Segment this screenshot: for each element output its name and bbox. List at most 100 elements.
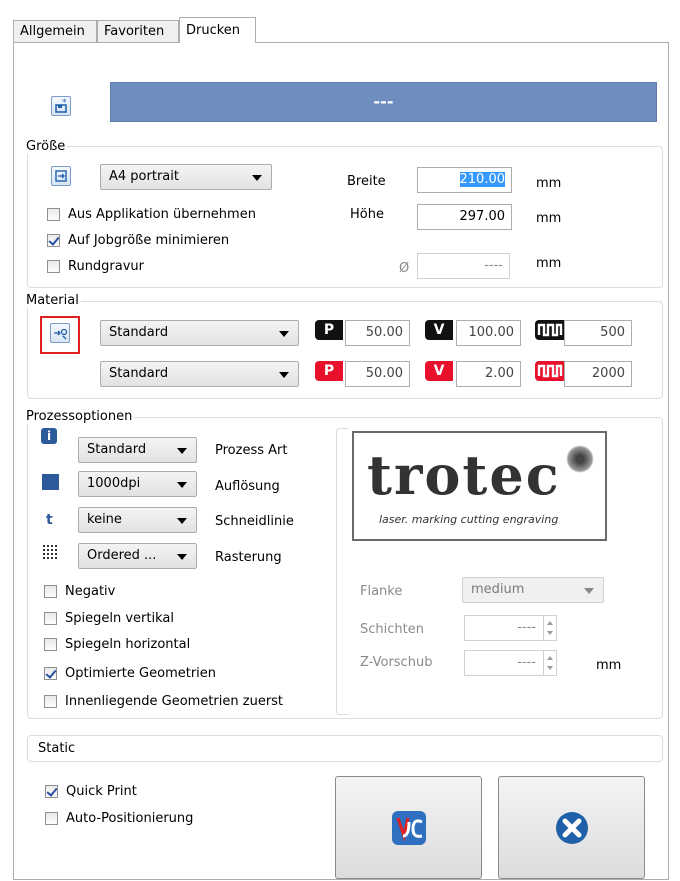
velocity-icon: V bbox=[425, 361, 453, 381]
rasterung-value: Ordered ... bbox=[87, 548, 157, 563]
frequency-value-2: 2000 bbox=[591, 366, 625, 381]
aus-applikation-label: Aus Applikation übernehmen bbox=[68, 207, 256, 222]
material-title: Material bbox=[24, 293, 81, 308]
job-control-button[interactable] bbox=[335, 776, 482, 879]
format-select[interactable]: A4 portrait bbox=[100, 164, 272, 190]
rasterung-select[interactable]: Ordered ... bbox=[78, 543, 197, 569]
zvorschub-unit: mm bbox=[596, 658, 622, 673]
spiegeln-vertikal-checkbox[interactable] bbox=[44, 612, 57, 625]
auf-jobgroesse-checkbox[interactable] bbox=[47, 234, 60, 247]
close-icon bbox=[556, 812, 588, 844]
negativ-checkbox[interactable] bbox=[44, 585, 57, 598]
aufloesung-label: Auflösung bbox=[215, 479, 280, 494]
spiegeln-horizontal-checkbox[interactable] bbox=[44, 638, 57, 651]
prozess-art-value: Standard bbox=[87, 442, 147, 457]
static-bar[interactable]: Static bbox=[27, 735, 663, 762]
velocity-input-2[interactable]: 2.00 bbox=[456, 361, 521, 387]
process-type-icon: i bbox=[41, 428, 57, 444]
diameter-unit: mm bbox=[536, 256, 562, 271]
schichten-spinner[interactable] bbox=[543, 615, 556, 641]
schichten-label: Schichten bbox=[360, 622, 424, 637]
velocity-value-2: 2.00 bbox=[485, 366, 514, 381]
static-label: Static bbox=[38, 741, 76, 756]
aus-applikation-checkbox[interactable] bbox=[47, 208, 60, 221]
flanke-label: Flanke bbox=[360, 584, 403, 599]
format-select-value: A4 portrait bbox=[109, 169, 179, 184]
quick-print-checkbox[interactable] bbox=[45, 785, 58, 798]
tab-drucken[interactable]: Drucken bbox=[179, 17, 256, 43]
diameter-input[interactable]: ---- bbox=[417, 253, 510, 279]
power-icon: P bbox=[315, 361, 343, 381]
aufloesung-value: 1000dpi bbox=[87, 476, 141, 491]
rundgravur-label: Rundgravur bbox=[68, 259, 145, 274]
material-select-1[interactable]: Standard bbox=[100, 320, 299, 346]
prozessoptionen-title: Prozessoptionen bbox=[24, 409, 135, 424]
trotec-logo: trotec laser. marking cutting engraving bbox=[352, 431, 607, 541]
breite-value: 210.00 bbox=[459, 172, 505, 187]
spinner-arrows-icon bbox=[547, 656, 553, 670]
power-value-1: 50.00 bbox=[365, 325, 403, 340]
tab-favoriten[interactable]: Favoriten bbox=[97, 20, 179, 42]
velocity-input-1[interactable]: 100.00 bbox=[456, 320, 521, 346]
rundgravur-checkbox[interactable] bbox=[47, 260, 60, 273]
frequency-input-2[interactable]: 2000 bbox=[564, 361, 632, 387]
hoehe-value: 297.00 bbox=[459, 209, 506, 224]
save-job-button[interactable]: * bbox=[51, 96, 71, 116]
diameter-icon: Ø bbox=[399, 261, 410, 276]
material-select-1-value: Standard bbox=[109, 325, 169, 340]
auto-positionierung-checkbox[interactable] bbox=[45, 812, 58, 825]
auf-jobgroesse-label: Auf Jobgröße minimieren bbox=[68, 233, 230, 248]
schneidlinie-value: keine bbox=[87, 512, 122, 527]
cancel-button[interactable] bbox=[498, 776, 645, 879]
schneidlinie-label: Schneidlinie bbox=[215, 514, 294, 529]
zvorschub-value: ---- bbox=[517, 655, 536, 670]
swap-orientation-button[interactable] bbox=[51, 166, 71, 186]
velocity-icon: V bbox=[425, 320, 453, 340]
frequency-input-1[interactable]: 500 bbox=[564, 320, 632, 346]
optimierte-geometrien-label: Optimierte Geometrien bbox=[65, 666, 217, 681]
material-select-2[interactable]: Standard bbox=[100, 361, 299, 387]
chevron-down-icon bbox=[279, 331, 289, 337]
logo-wordmark: trotec bbox=[367, 443, 561, 507]
laser-settings-icon bbox=[54, 328, 68, 340]
rasterung-label: Rasterung bbox=[215, 550, 282, 565]
prozess-art-label: Prozess Art bbox=[215, 443, 288, 458]
job-name-bar: --- bbox=[110, 82, 657, 122]
flanke-select[interactable]: medium bbox=[462, 577, 604, 603]
hoehe-label: Höhe bbox=[350, 207, 384, 222]
floppy-star-icon: * bbox=[55, 98, 67, 113]
pulse-wave-icon bbox=[537, 323, 563, 337]
flanke-value: medium bbox=[471, 582, 525, 597]
zvorschub-label: Z-Vorschub bbox=[360, 655, 433, 670]
power-input-2[interactable]: 50.00 bbox=[345, 361, 410, 387]
frequency-icon bbox=[535, 320, 565, 340]
aufloesung-select[interactable]: 1000dpi bbox=[78, 471, 197, 497]
schichten-value: ---- bbox=[517, 620, 536, 635]
hoehe-unit: mm bbox=[536, 211, 562, 226]
breite-input[interactable]: 210.00 bbox=[417, 167, 512, 193]
material-select-2-value: Standard bbox=[109, 366, 169, 381]
schneidlinie-select[interactable]: keine bbox=[78, 507, 197, 533]
frequency-value-1: 500 bbox=[600, 325, 625, 340]
jobcontrol-icon bbox=[392, 811, 426, 845]
power-icon: P bbox=[315, 320, 343, 340]
power-input-1[interactable]: 50.00 bbox=[345, 320, 410, 346]
chevron-down-icon bbox=[177, 554, 187, 560]
frequency-icon bbox=[535, 361, 565, 381]
hoehe-input[interactable]: 297.00 bbox=[417, 204, 512, 230]
chevron-down-icon bbox=[177, 518, 187, 524]
prozess-art-select[interactable]: Standard bbox=[78, 437, 197, 463]
diameter-value: ---- bbox=[484, 258, 503, 273]
logo-tagline: laser. marking cutting engraving bbox=[379, 513, 559, 526]
chevron-down-icon bbox=[252, 175, 262, 181]
innenliegende-geometrien-checkbox[interactable] bbox=[44, 695, 57, 708]
chevron-down-icon bbox=[584, 588, 594, 594]
power-value-2: 50.00 bbox=[365, 366, 403, 381]
material-settings-button[interactable] bbox=[50, 323, 70, 343]
spinner-arrows-icon bbox=[547, 621, 553, 635]
velocity-value-1: 100.00 bbox=[468, 325, 515, 340]
zvorschub-spinner[interactable] bbox=[543, 650, 556, 676]
optimierte-geometrien-checkbox[interactable] bbox=[44, 667, 57, 680]
chevron-down-icon bbox=[177, 448, 187, 454]
tab-allgemein[interactable]: Allgemein bbox=[13, 20, 97, 42]
